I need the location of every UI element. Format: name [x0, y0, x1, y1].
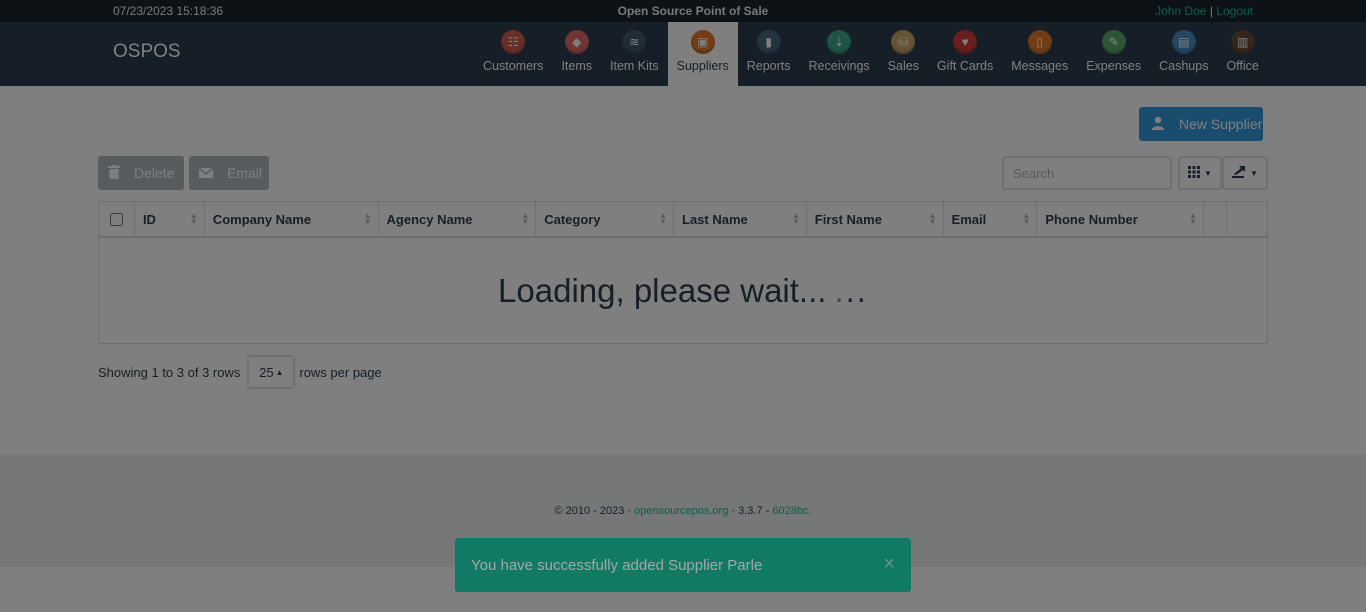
- close-icon[interactable]: ×: [883, 554, 895, 574]
- modal-backdrop[interactable]: [0, 0, 1366, 612]
- success-notification: You have successfully added Supplier Par…: [455, 538, 911, 592]
- notification-message: You have successfully added Supplier Par…: [471, 556, 763, 574]
